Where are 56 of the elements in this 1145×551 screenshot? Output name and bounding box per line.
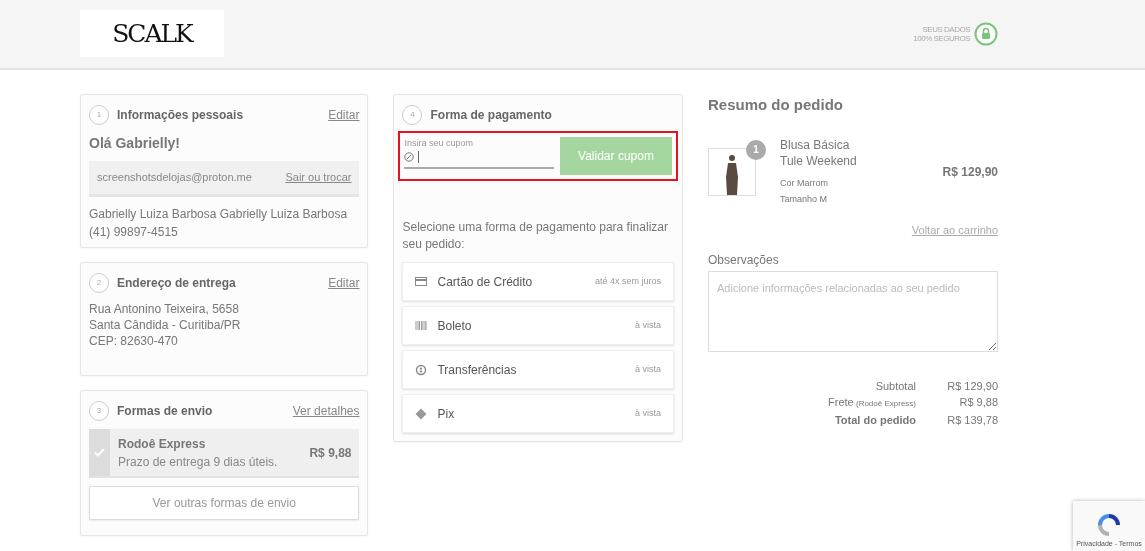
customer-detail: Gabrielly Luiza Barbosa Gabrielly Luiza Barbosa [89,205,349,223]
step-number: 4 [402,105,423,125]
total-label: Frete (Rodoê Express) [827,394,916,410]
back-to-cart-link[interactable]: Voltar ao carrinho [911,223,998,236]
payment-method[interactable]: Pix à vista [402,394,674,433]
product-price: R$ 129,90 [942,163,998,181]
product-photo [708,147,756,196]
product-name: Blusa Básica Tule Weekend [780,136,858,169]
total-value: R$ 139,78 [946,412,998,428]
notes-label: Observações [708,251,780,269]
total-value: R$ 129,90 [946,378,998,394]
address-line: Rua Antonino Teixeira, 5658 [89,301,240,317]
payment-note: à vista [635,406,661,420]
edit-link[interactable]: Editar [328,274,360,292]
details-link[interactable]: Ver detalhes [292,402,360,420]
shipping-option[interactable]: Rodoê Express Prazo de entrega 9 dias úteis. R$ 9,88 [89,429,360,478]
section-title: Informações pessoais [117,107,244,124]
step-number: 3 [89,401,109,421]
summary-title: Resumo do pedido [708,95,844,115]
address-line: CEP: 82630-470 [89,333,179,349]
security-badge-text: SEUS DADOS 100% SEGUROS [913,25,970,43]
payment-note: até 4x sem juros [594,274,661,288]
payment-note: à vista [635,362,661,376]
total-label: Subtotal [874,378,916,394]
edit-link[interactable]: Editar [328,106,360,124]
quantity-badge: 1 [746,139,766,160]
product-size: Tamanho M [780,192,829,206]
payment-instruction: Selecione uma forma de pagamento para finalizar seu pedido: [402,219,669,253]
customer-detail: (41) 99897-4515 [89,223,179,241]
shipping-eta: Prazo de entrega 9 dias úteis. [118,453,278,471]
payment-method[interactable]: Cartão de Crédito até 4x sem juros [402,262,674,301]
step-number: 1 [89,105,109,125]
total-label: Total do pedido [833,412,916,428]
payment-method[interactable]: Transferências à vista [402,350,674,389]
more-shipping-button[interactable]: Ver outras formas de envio [89,486,360,520]
shipping-name: Rodoê Express [118,435,207,453]
section-title: Forma de pagamento [430,107,552,124]
lock-icon [974,22,998,46]
step-number: 2 [89,273,109,293]
barcode-icon [415,321,428,330]
coupon-label: Insira seu cupom [404,137,475,150]
section-title: Formas de envio [117,403,213,420]
diamond-icon [415,407,428,420]
product-color: Cor Marrom [780,176,829,190]
shipping-price: R$ 9,88 [309,444,353,462]
total-value: R$ 9,88 [958,394,998,410]
payment-note: à vista [635,318,661,332]
notes-field[interactable]: Adicione informações relacionadas ao seu pedido [708,270,998,352]
section-title: Endereço de entrega [117,275,236,292]
switch-account-link[interactable]: Sair ou trocar [285,169,352,186]
greeting: Olá Gabrielly! [89,134,182,153]
address-line: Santa Cândida - Curitiba/PR [89,317,242,333]
email-text: screenshotsdelojas@proton.me [97,170,252,185]
credit-card-icon [415,277,428,286]
payment-method[interactable]: Boleto à vista [402,306,674,345]
store-logo[interactable]: SCALK [80,10,224,57]
